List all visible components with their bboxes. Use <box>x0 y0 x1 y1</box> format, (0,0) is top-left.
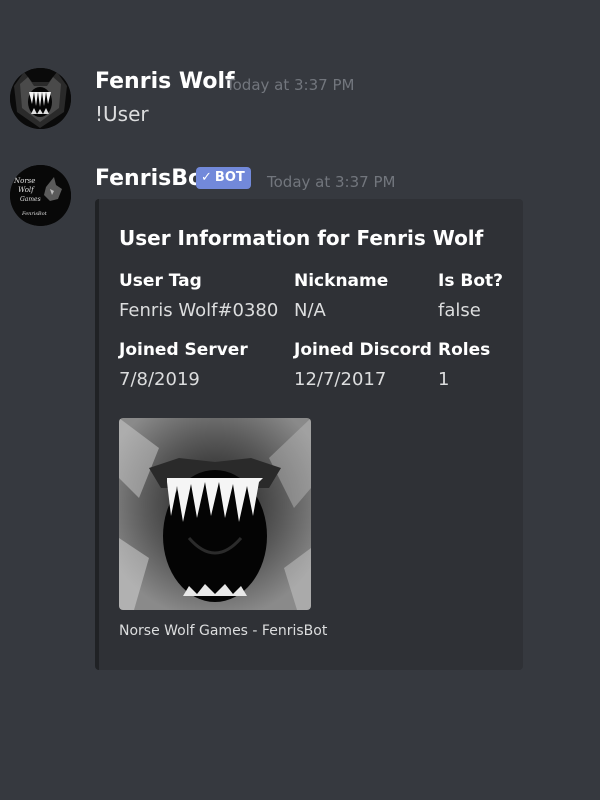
checkmark-icon: ✓ <box>201 170 212 185</box>
field-value: 1 <box>438 369 450 390</box>
timestamp: Today at 3:37 PM <box>226 76 355 94</box>
embed-image[interactable] <box>119 418 311 610</box>
avatar-text-line: FenrisBot <box>21 211 48 217</box>
field-name: Joined Server <box>119 340 248 360</box>
field-joined-server: Joined Server 7/8/2019 <box>119 338 248 392</box>
field-name: User Tag <box>119 271 202 291</box>
embed-title: User Information for Fenris Wolf <box>119 226 484 250</box>
field-is-bot: Is Bot? false <box>438 269 503 323</box>
field-name: Roles <box>438 340 491 360</box>
field-name: Nickname <box>294 271 389 291</box>
field-name: Is Bot? <box>438 271 503 291</box>
avatar-text-line: Norse <box>13 177 35 185</box>
field-value: false <box>438 300 481 321</box>
norse-wolf-games-logo-icon: Norse Wolf Games FenrisBot <box>10 165 71 226</box>
embed: User Information for Fenris Wolf User Ta… <box>95 199 523 670</box>
avatar-text-line: Games <box>20 196 41 203</box>
avatar[interactable] <box>10 68 71 129</box>
field-value: 12/7/2017 <box>294 369 387 390</box>
username[interactable]: Fenris Wolf <box>95 68 235 96</box>
bot-avatar[interactable]: Norse Wolf Games FenrisBot <box>10 165 71 226</box>
field-name: Joined Discord <box>294 340 432 360</box>
field-value: N/A <box>294 300 326 321</box>
field-joined-discord: Joined Discord 12/7/2017 <box>294 338 432 392</box>
field-value: Fenris Wolf#0380 <box>119 300 279 321</box>
wolf-jaws-image <box>119 418 311 610</box>
avatar-text-line: Wolf <box>18 186 35 194</box>
message-content: !User <box>95 102 149 126</box>
wolf-icon <box>10 68 71 129</box>
field-user-tag: User Tag Fenris Wolf#0380 <box>119 269 278 323</box>
field-roles: Roles 1 <box>438 338 490 392</box>
embed-footer: Norse Wolf Games - FenrisBot <box>119 623 328 639</box>
bot-tag-label: BOT <box>214 170 245 185</box>
timestamp: Today at 3:37 PM <box>267 173 396 191</box>
bot-tag: ✓ BOT <box>196 167 251 189</box>
field-nickname: Nickname N/A <box>294 269 388 323</box>
field-value: 7/8/2019 <box>119 369 200 390</box>
